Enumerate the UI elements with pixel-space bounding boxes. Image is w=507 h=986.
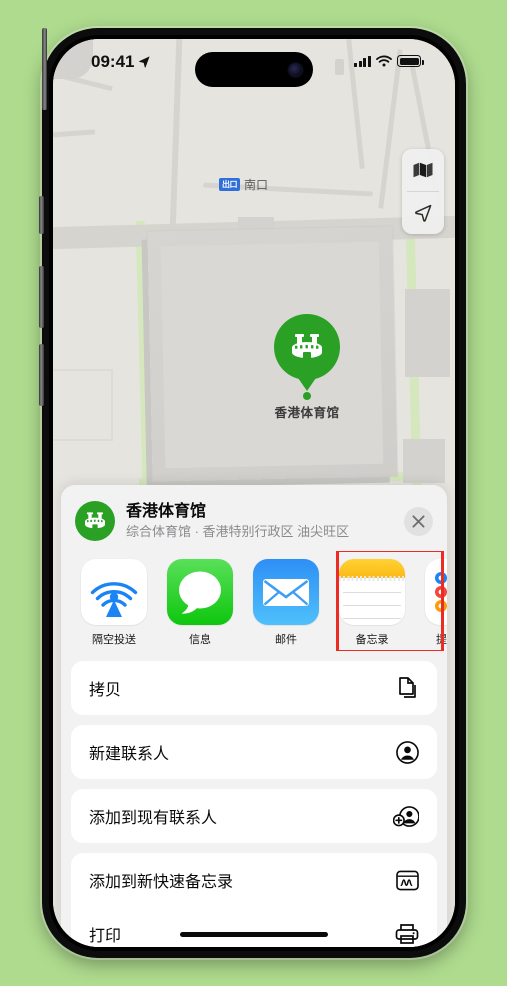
action-button[interactable] — [39, 196, 44, 234]
share-app-messages[interactable]: 信息 — [167, 559, 233, 647]
map-type-button[interactable] — [402, 149, 444, 191]
share-app-notes[interactable]: 备忘录 — [339, 559, 405, 647]
share-app-mail[interactable]: 邮件 — [253, 559, 319, 647]
location-arrow-icon — [139, 56, 151, 68]
front-camera-icon — [289, 63, 302, 76]
status-bar-indicators — [354, 55, 424, 67]
share-app-label: 隔空投送 — [92, 634, 136, 646]
action-add-to-existing-contact[interactable]: 添加到现有联系人 — [71, 789, 437, 843]
dynamic-island[interactable] — [195, 52, 313, 87]
exit-label-text: 南口 — [244, 178, 269, 192]
mail-icon — [253, 559, 319, 625]
map-exit-label[interactable]: 出口 南口 — [219, 176, 268, 193]
page-subtitle: 综合体育馆 · 香港特别行政区 油尖旺区 — [126, 523, 350, 539]
location-arrow-icon — [415, 204, 432, 222]
exit-badge-icon: 出口 — [219, 178, 240, 191]
add-to-contact-icon — [393, 805, 419, 828]
share-app-airdrop[interactable]: 隔空投送 — [81, 559, 147, 647]
phone-device-frame: 出口 南口 香港体育馆 09:41 香港体育馆 综合体育馆 · 香港特别行政区 … — [39, 28, 466, 958]
action-label: 新建联系人 — [89, 746, 170, 763]
close-icon[interactable] — [404, 506, 433, 536]
notes-rule-line — [343, 592, 401, 594]
share-app-label: 备忘录 — [355, 634, 389, 646]
notes-perforation — [339, 576, 405, 581]
messages-icon — [167, 559, 233, 625]
map-building — [403, 439, 445, 483]
action-label: 拷贝 — [89, 682, 122, 699]
volume-down-button[interactable] — [39, 344, 44, 406]
action-copy[interactable]: 拷贝 — [71, 661, 437, 715]
airdrop-icon — [81, 559, 147, 625]
action-group: 拷贝 — [71, 661, 437, 715]
notes-rule-line — [343, 605, 401, 607]
action-label: 添加到新快速备忘录 — [89, 874, 234, 891]
printer-icon — [395, 923, 419, 945]
action-label: 添加到现有联系人 — [89, 810, 218, 827]
share-action-list: 拷贝 新建联系人 添加到现有联系人 添加到新快速备忘录 打印 — [61, 651, 447, 947]
share-app-label: 提醒事项 — [436, 634, 447, 646]
power-button[interactable] — [42, 28, 47, 110]
action-group: 新建联系人 — [71, 725, 437, 779]
share-app-label: 信息 — [189, 634, 211, 646]
stadium-icon — [274, 314, 340, 380]
map-pin-anchor-dot — [303, 392, 311, 400]
map-road — [53, 129, 96, 138]
phone-bezel: 出口 南口 香港体育馆 09:41 香港体育馆 综合体育馆 · 香港特别行政区 … — [49, 35, 459, 951]
share-app-row[interactable]: 隔空投送 信息 邮件 备忘录 提 — [61, 551, 447, 651]
locate-me-button[interactable] — [402, 192, 444, 234]
share-app-label: 邮件 — [275, 634, 297, 646]
status-time: 09:41 — [91, 52, 135, 71]
map-pin-label: 香港体育馆 — [274, 406, 340, 420]
status-bar-time-group: 09:41 — [91, 52, 151, 72]
phone-screen: 出口 南口 香港体育馆 09:41 香港体育馆 综合体育馆 · 香港特别行政区 … — [53, 39, 455, 947]
action-new-contact[interactable]: 新建联系人 — [71, 725, 437, 779]
reminders-icon — [425, 559, 447, 625]
notes-icon — [339, 559, 405, 625]
action-print[interactable]: 打印 — [71, 907, 437, 947]
share-sheet: 香港体育馆 综合体育馆 · 香港特别行政区 油尖旺区 隔空投送 信息 邮件 备忘… — [61, 485, 447, 947]
copy-icon — [397, 676, 419, 700]
notes-rule-line — [343, 618, 401, 620]
action-label: 打印 — [89, 928, 122, 945]
folded-map-icon — [413, 162, 433, 178]
share-app-reminders[interactable]: 提醒事项 — [425, 559, 447, 647]
action-group: 添加到现有联系人 — [71, 789, 437, 843]
map-place-pin[interactable]: 香港体育馆 — [266, 314, 348, 420]
cellular-signal-icon — [354, 55, 371, 67]
new-contact-icon — [396, 740, 419, 764]
avatar — [75, 501, 115, 541]
map-controls-group — [402, 149, 444, 234]
share-sheet-title-group: 香港体育馆 综合体育馆 · 香港特别行政区 油尖旺区 — [126, 502, 404, 541]
volume-up-button[interactable] — [39, 266, 44, 328]
home-indicator[interactable] — [180, 932, 328, 937]
action-add-to-quick-note[interactable]: 添加到新快速备忘录 — [71, 853, 437, 907]
battery-full-icon — [397, 55, 424, 67]
wifi-icon — [376, 55, 392, 67]
page-title: 香港体育馆 — [126, 502, 207, 520]
share-sheet-header: 香港体育馆 综合体育馆 · 香港特别行政区 油尖旺区 — [61, 485, 447, 551]
map-building — [53, 369, 113, 441]
quick-note-icon — [396, 870, 419, 891]
map-building — [405, 289, 450, 377]
